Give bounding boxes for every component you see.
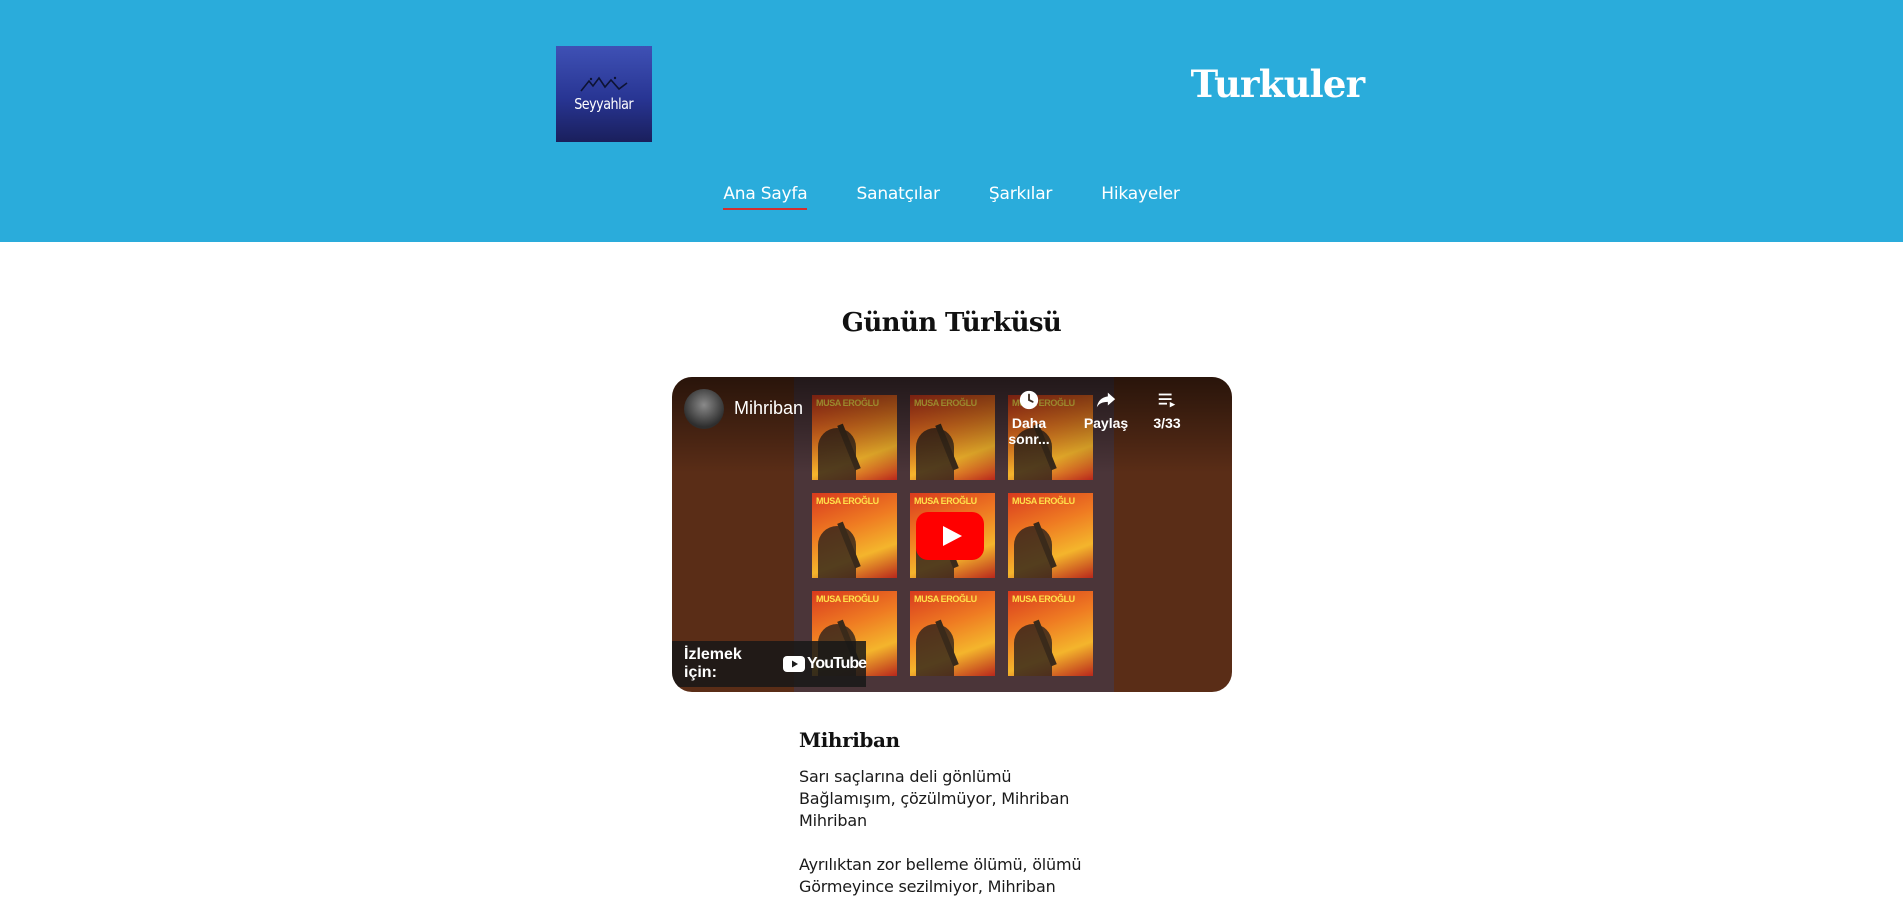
share-label: Paylaş (1083, 415, 1129, 431)
watch-later-label: Daha sonr... (1008, 415, 1050, 447)
video-title[interactable]: Mihriban (734, 398, 803, 419)
main-nav: Ana Sayfa Sanatçılar Şarkılar Hikayeler (0, 184, 1903, 210)
album-cover-title: MUSA EROĞLU (816, 594, 879, 604)
youtube-embed[interactable]: MUSA EROĞLU MUSA EROĞLU MUSA EROĞLU MUSA… (672, 377, 1232, 692)
lyric-line: Mihriban (799, 811, 867, 830)
album-cover-title: MUSA EROĞLU (914, 594, 977, 604)
lyric-line: Ayrılıktan zor belleme ölümü, ölümü (799, 855, 1082, 874)
nav-stories[interactable]: Hikayeler (1101, 184, 1180, 208)
album-cover-title: MUSA EROĞLU (914, 496, 977, 506)
lyric-line: Sarı saçlarına deli gönlümü (799, 767, 1012, 786)
logo-text: Seyyahlar (574, 95, 634, 113)
album-cover: MUSA EROĞLU (1008, 493, 1093, 578)
clock-icon (1019, 390, 1039, 410)
album-cover: MUSA EROĞLU (1008, 591, 1093, 676)
nav-songs[interactable]: Şarkılar (989, 184, 1052, 208)
youtube-wordmark: YouTube (806, 655, 867, 672)
lyric-line: Görmeyince sezilmiyor, Mihriban (799, 877, 1056, 896)
site-header: Seyyahlar Turkuler Ana Sayfa Sanatçılar … (0, 0, 1903, 242)
nav-artists[interactable]: Sanatçılar (857, 184, 940, 208)
stanza: Sarı saçlarına deli gönlümü Bağlamışım, … (799, 766, 1199, 832)
album-cover-title: MUSA EROĞLU (816, 496, 879, 506)
song-title: Mihriban (799, 728, 900, 752)
playlist-position: 3/33 (1153, 415, 1181, 431)
site-logo[interactable]: Seyyahlar (556, 46, 652, 142)
song-lyrics: Mihriban Sarı saçlarına deli gönlümü Bağ… (799, 728, 1199, 898)
lyric-line: Bağlamışım, çözülmüyor, Mihriban (799, 789, 1070, 808)
mountains-icon (580, 76, 628, 92)
site-title[interactable]: Turkuler (1150, 62, 1405, 106)
share-icon (1096, 392, 1116, 408)
album-cover: MUSA EROĞLU (812, 493, 897, 578)
stanza: Ayrılıktan zor belleme ölümü, ölümü Görm… (799, 854, 1199, 898)
album-cover-title: MUSA EROĞLU (1012, 496, 1075, 506)
watch-on-youtube[interactable]: İzlemek için: YouTube (672, 641, 867, 687)
playlist-icon (1158, 393, 1176, 408)
channel-avatar[interactable] (684, 389, 724, 429)
watch-later-button[interactable]: Daha sonr... (990, 389, 1068, 447)
youtube-logo-icon: YouTube (782, 655, 867, 673)
album-cover-title: MUSA EROĞLU (1012, 594, 1075, 604)
play-icon[interactable] (916, 512, 984, 560)
album-cover: MUSA EROĞLU (910, 591, 995, 676)
playlist-button[interactable]: 3/33 (1146, 389, 1188, 431)
watch-on-label: İzlemek için: (684, 646, 742, 681)
share-button[interactable]: Paylaş (1082, 389, 1130, 431)
section-title: Günün Türküsü (841, 308, 1062, 338)
nav-home[interactable]: Ana Sayfa (723, 184, 808, 210)
